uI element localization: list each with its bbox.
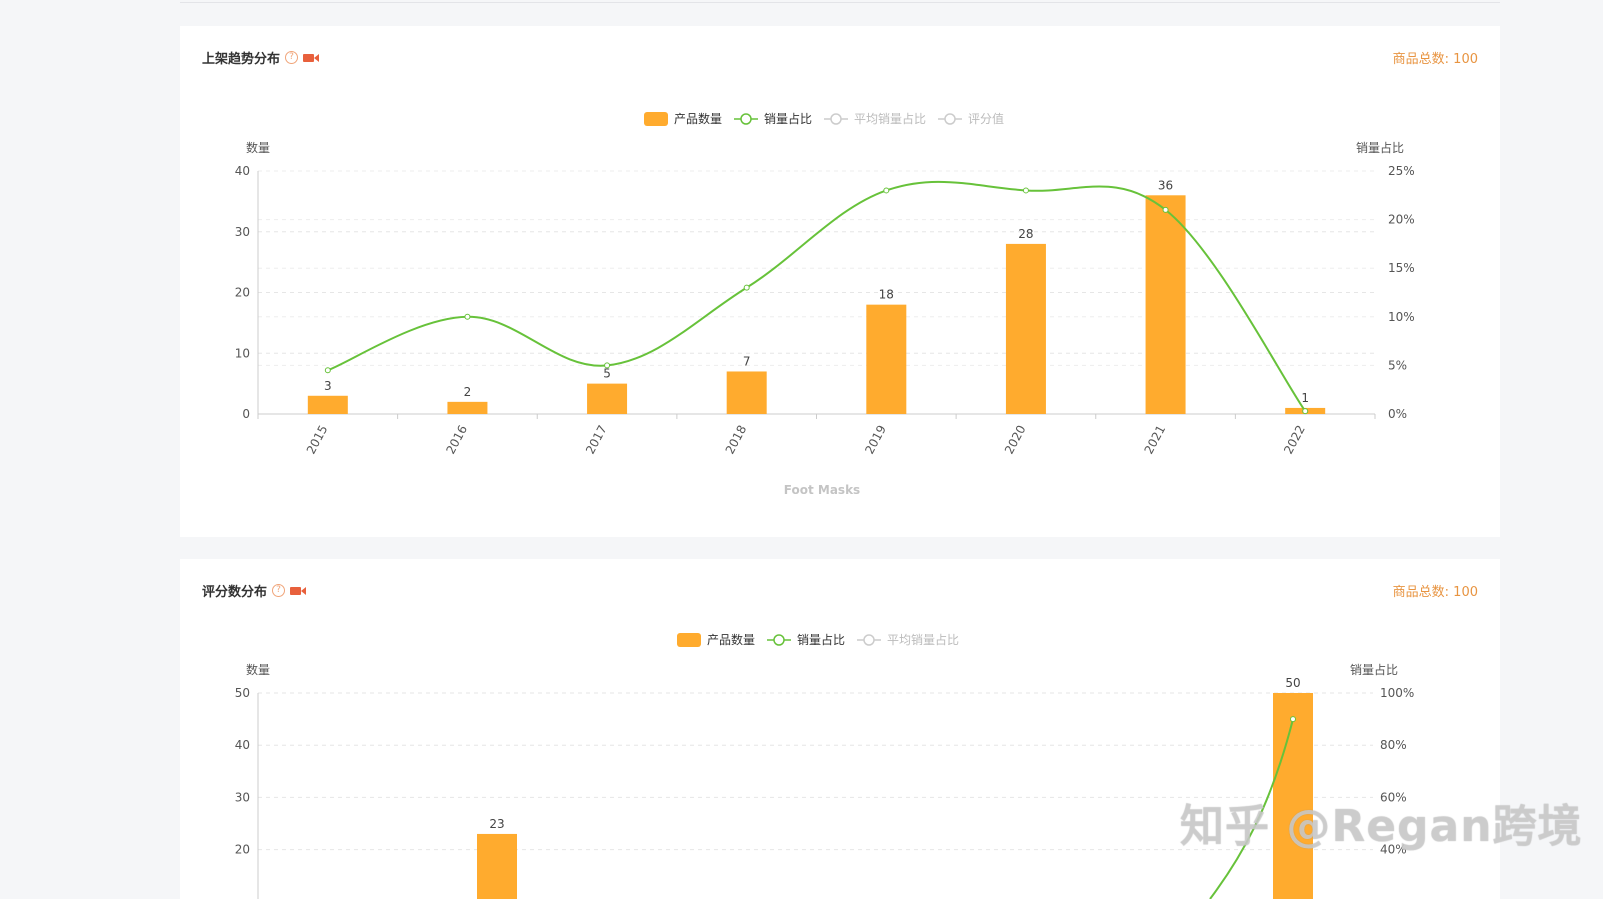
y-axis-title: 数量 [246,140,270,155]
legend-label: 产品数量 [707,632,755,647]
legend-label: 产品数量 [674,111,722,126]
x-tick-label: 2016 [443,423,470,457]
bar [587,383,628,414]
legend-bar-swatch [644,112,668,126]
y-tick-label: 30 [235,225,250,239]
line-point [324,367,331,374]
y2-axis-title: 销量占比 [1350,662,1398,677]
y-tick-label: 10 [235,346,250,360]
bar-data-label: 1 [1301,391,1309,405]
x-axis-title: Foot Masks [784,483,860,497]
line-point [743,284,750,291]
legend-line-marker [830,113,842,125]
bar-data-label: 7 [743,354,751,368]
bar-data-label: 23 [489,817,504,831]
bar [307,395,348,414]
line-point [604,362,611,369]
bar [1145,195,1186,414]
y-tick-label: 20 [235,843,250,857]
bar-data-label: 18 [879,288,894,302]
legend-line-marker [863,634,875,646]
legend-label: 销量占比 [764,111,812,126]
x-tick-label: 2018 [723,423,750,457]
x-tick-label: 2019 [862,423,889,457]
y2-tick-label: 25% [1388,164,1415,178]
watermark: 知乎 @Regan跨境 [1180,801,1583,852]
bar [1005,243,1046,414]
line-point [464,313,471,320]
legend-line-marker [773,634,785,646]
x-tick-label: 2017 [583,423,610,457]
y-tick-label: 40 [235,164,250,178]
bar-data-label: 28 [1018,227,1033,241]
y-tick-label: 0 [242,407,250,421]
y-tick-label: 30 [235,790,250,804]
legend-bar-swatch [677,633,701,647]
legend-label: 销量占比 [797,632,845,647]
y2-tick-label: 0% [1388,407,1407,421]
y2-tick-label: 20% [1388,213,1415,227]
bar [477,833,517,899]
line-point [1290,716,1296,723]
top-divider [180,2,1500,3]
y2-tick-label: 5% [1388,358,1407,372]
bar [866,304,907,414]
listing-trend-card: 上架趋势分布 ? 商品总数: 100 产品数量 销量占比 平均销量占比 评分值 0 10 2… [180,26,1500,537]
y-tick-label: 20 [235,286,250,300]
x-tick-label: 2021 [1142,423,1169,457]
legend-label: 平均销量占比 [887,632,959,647]
line-point [1162,206,1169,213]
y2-tick-label: 15% [1388,261,1415,275]
y-tick-label: 40 [235,738,250,752]
x-tick-label: 2020 [1002,423,1029,457]
y2-axis-title: 销量占比 [1356,140,1404,155]
x-tick-label: 2022 [1281,423,1308,457]
line-point [1302,408,1309,415]
y-tick-label: 50 [235,686,250,700]
legend-label: 评分值 [968,111,1004,126]
bar-data-label: 3 [324,379,332,393]
bar-data-label: 50 [1285,676,1300,690]
y-axis-title: 数量 [246,662,270,677]
bar-data-label: 36 [1158,178,1173,192]
bar-data-label: 5 [603,367,611,381]
legend-line-marker [740,113,752,125]
bar-data-label: 2 [464,385,472,399]
line-point [883,187,890,194]
y2-tick-label: 10% [1388,310,1415,324]
y2-tick-label: 80% [1380,738,1407,752]
bar [726,371,767,414]
legend-label: 平均销量占比 [854,111,926,126]
listing-trend-chart: 产品数量 销量占比 平均销量占比 评分值0102030400%5%10%15%20%2… [235,111,1415,497]
y2-tick-label: 100% [1380,686,1414,700]
line-point [1022,187,1029,194]
x-tick-label: 2015 [304,423,331,457]
legend-line-marker [944,113,956,125]
bar [447,401,488,414]
